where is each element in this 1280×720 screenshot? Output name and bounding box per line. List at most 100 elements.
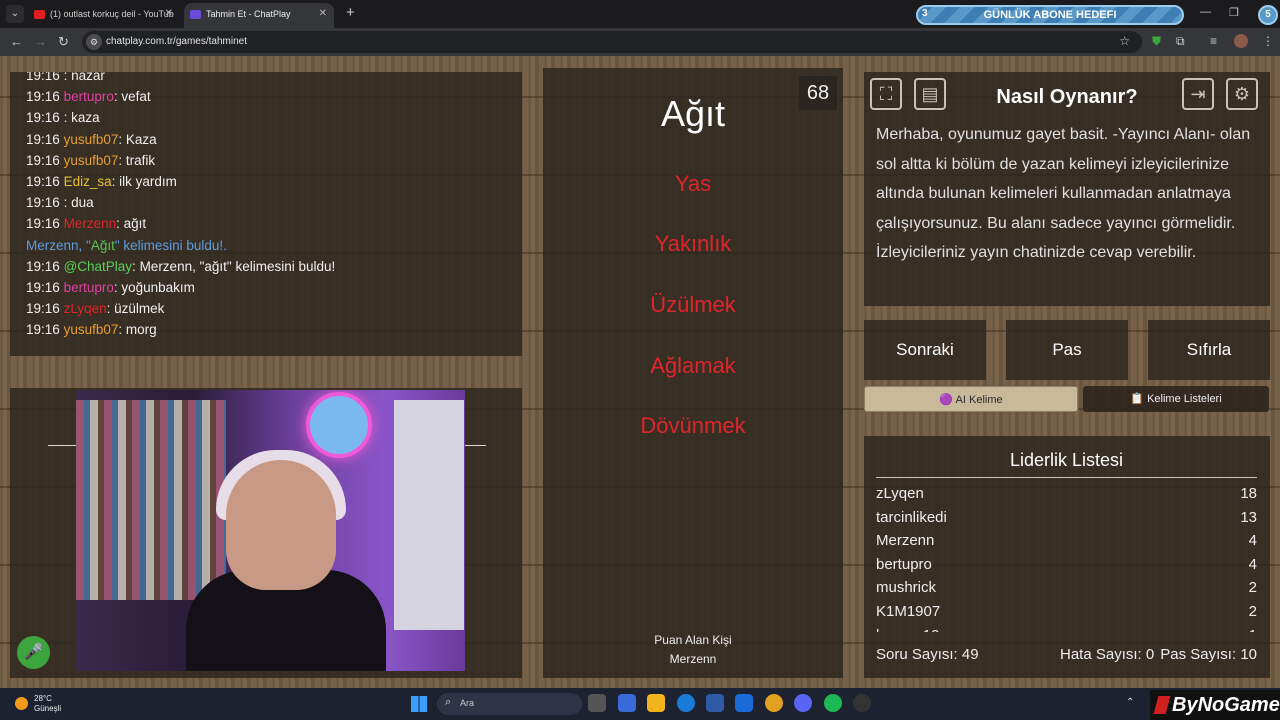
close-icon[interactable]: ✕ — [165, 3, 173, 25]
task-view-icon[interactable] — [588, 694, 606, 712]
chat-username[interactable]: yusufb07 — [64, 153, 119, 168]
forbidden-word: Yakınlık — [654, 231, 732, 256]
chat-time: 19:16 — [26, 89, 60, 105]
chat-text: vefat — [121, 89, 151, 105]
microphone-button[interactable]: 🎤 — [17, 636, 50, 669]
chat-time: 19:16 — [26, 195, 60, 211]
leaderboard-panel: Liderlik Listesi zLyqen 18 tarcinlikedi 13 M… — [864, 436, 1270, 678]
back-icon[interactable]: ← — [10, 34, 23, 49]
chat-text: ağıt — [123, 216, 147, 232]
chat-message: 19:16 yusufb07: morg — [26, 322, 157, 338]
tray-chevron-icon[interactable]: ⌃ — [1126, 697, 1134, 708]
menu-dots-icon[interactable]: ⋮ — [1262, 34, 1274, 48]
maximize-button[interactable]: ❐ — [1229, 6, 1239, 19]
chrome-icon[interactable] — [765, 694, 783, 712]
bynogame-mark-icon — [1153, 696, 1171, 714]
bookmark-star-icon[interactable]: ☆ — [1119, 34, 1130, 48]
url-bar[interactable]: ⚙ chatplay.com.tr/games/tahminet ☆ — [82, 31, 1142, 53]
chat-message: 19:16 zLyqen: üzülmek — [26, 301, 165, 317]
taskbar-search[interactable]: ⌕ Ara — [437, 693, 582, 715]
chat-time: 19:16 — [26, 152, 60, 168]
video-door — [394, 400, 464, 630]
player-score: 2 — [1248, 579, 1257, 597]
streamer-face — [226, 460, 336, 590]
chat-time: 19:16 — [26, 173, 60, 189]
chat-text: Kaza — [125, 131, 157, 147]
edge-icon[interactable] — [677, 694, 695, 712]
site-info-icon[interactable]: ⚙ — [86, 34, 102, 50]
chat-username[interactable]: Ediz_sa — [64, 174, 112, 189]
webcam-video — [76, 390, 465, 671]
tab-title: (1) outlast korkuç deil - YouTub — [50, 9, 174, 19]
chat-username[interactable]: bertupro — [64, 89, 114, 104]
discord-icon[interactable] — [794, 694, 812, 712]
leaderboard-list: zLyqen 18 tarcinlikedi 13 Merzenn 4 bertupro 4 m… — [876, 482, 1257, 632]
error-count: Hata Sayısı: 0 — [1060, 646, 1155, 663]
chat-username[interactable]: Merzenn — [26, 238, 79, 253]
logout-icon[interactable]: ⇥ — [1182, 78, 1214, 110]
windows-start-icon[interactable] — [411, 696, 427, 712]
extension-shield-icon[interactable]: ⛊ — [1152, 34, 1161, 49]
file-explorer-icon[interactable] — [647, 694, 665, 712]
chat-username[interactable]: bertupro — [64, 280, 114, 295]
spotify-icon[interactable] — [824, 694, 842, 712]
leaderboard-row: zLyqen 18 — [876, 482, 1257, 506]
chat-panel: 19:16 : nazar 19:16 bertupro: vefat 19:16 … — [10, 72, 522, 356]
chatplay-icon — [190, 10, 201, 19]
how-to-play-panel: ⛶ ▤ Nasıl Oynanır? ⇥ ⚙ Merhaba, oyunumuz… — [864, 72, 1270, 306]
profile-avatar[interactable] — [1234, 34, 1248, 48]
store-icon[interactable] — [706, 694, 724, 712]
tab-search-button[interactable]: ⌄ — [6, 5, 24, 23]
ai-words-tab[interactable]: 🟣 AI Kelime — [864, 386, 1078, 412]
goal-label: GÜNLÜK ABONE HEDEFI — [983, 9, 1117, 21]
chat-text: yoğunbakım — [121, 279, 195, 295]
chat-messages: 19:16 : nazar 19:16 bertupro: vefat 19:16 … — [10, 72, 335, 340]
extensions-icon[interactable]: ⧉ — [1176, 34, 1185, 49]
minimize-button[interactable]: — — [1200, 6, 1211, 18]
address-toolbar: ← → ↻ ⚙ chatplay.com.tr/games/tahminet ☆… — [0, 28, 1280, 56]
bynogame-logo: ByNoGame — [1150, 690, 1280, 720]
tab-chatplay[interactable]: Tahmin Et - ChatPlay ✕ — [184, 3, 334, 28]
weather-widget[interactable]: 28°C Güneşli — [34, 694, 61, 714]
word-lists-tab[interactable]: 📋 Kelime Listeleri — [1083, 386, 1269, 412]
subscriber-goal-bar: 3 GÜNLÜK ABONE HEDEFI — [916, 5, 1184, 25]
scorer-name: Merzenn — [669, 652, 717, 666]
pass-button[interactable]: Pas — [1006, 320, 1128, 380]
chat-text: Merzenn, "ağıt" kelimesini buldu! — [139, 258, 336, 274]
leaderboard-row: mushrick 2 — [876, 576, 1257, 600]
chat-message: 19:16 : nazar — [10, 72, 335, 86]
app-icon[interactable] — [853, 694, 871, 712]
reset-button[interactable]: Sıfırla — [1148, 320, 1270, 380]
chat-username[interactable]: yusufb07 — [64, 132, 119, 147]
chat-message: 19:16 @ChatPlay: Merzenn, "ağıt" kelimes… — [26, 258, 336, 274]
chat-username[interactable]: Merzenn — [64, 216, 117, 231]
chat-username[interactable]: zLyqen — [64, 301, 107, 316]
chat-message: 19:16 Ediz_sa: ilk yardım — [26, 173, 177, 189]
sun-icon[interactable] — [15, 697, 28, 710]
next-button[interactable]: Sonraki — [864, 320, 986, 380]
search-icon: ⌕ — [445, 696, 452, 708]
chat-time: 19:16 — [26, 131, 60, 147]
player-score: 2 — [1248, 602, 1257, 620]
widgets-icon[interactable] — [618, 694, 636, 712]
tab-search-icon[interactable]: ≡ — [1210, 34, 1217, 48]
chat-text: , " — [78, 237, 91, 253]
weather-status: Güneşli — [34, 704, 62, 713]
outlook-icon[interactable] — [735, 694, 753, 712]
forward-icon[interactable]: → — [34, 34, 47, 49]
tab-title: Tahmin Et - ChatPlay — [206, 9, 291, 19]
close-icon[interactable]: ✕ — [319, 3, 327, 25]
found-word: Ağıt — [90, 237, 115, 253]
youtube-icon — [34, 10, 45, 19]
chat-text: nazar — [71, 72, 105, 83]
leaderboard-row: K1M1907 2 — [876, 600, 1257, 624]
chat-username[interactable]: yusufb07 — [64, 322, 119, 337]
pass-count: Pas Sayısı: 10 — [1160, 646, 1257, 663]
forbidden-word: Üzülmek — [650, 292, 736, 317]
reload-icon[interactable]: ↻ — [58, 34, 69, 50]
player-score: 13 — [1240, 508, 1257, 526]
settings-gear-icon[interactable]: ⚙ — [1226, 78, 1258, 110]
new-tab-button[interactable]: + — [346, 4, 355, 21]
tab-youtube[interactable]: (1) outlast korkuç deil - YouTub ✕ — [28, 3, 180, 28]
chat-username[interactable]: @ChatPlay — [64, 259, 132, 274]
